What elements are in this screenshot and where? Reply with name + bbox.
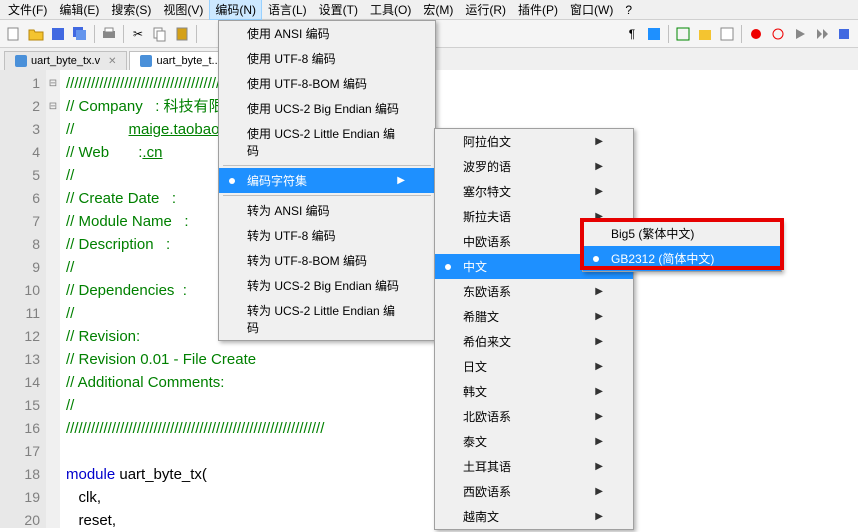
charset-submenu: 阿拉伯文▶波罗的语▶塞尔特文▶斯拉夫语▶中欧语系▶中文▶东欧语系▶希腊文▶希伯来… [434, 128, 634, 530]
play-icon[interactable] [790, 24, 810, 44]
menu-item-charset[interactable]: 编码字符集 ▶ [219, 168, 435, 193]
indent-guide-icon[interactable] [644, 24, 664, 44]
menu-language[interactable]: 语言(L) [262, 0, 313, 20]
charset-item[interactable]: 希伯来文▶ [435, 329, 633, 354]
menu-item-label: 编码字符集 [247, 172, 307, 189]
menu-item-use-utf8[interactable]: 使用 UTF-8 编码 [219, 46, 435, 71]
copy-icon[interactable] [150, 24, 170, 44]
menu-item-use-utf8-bom[interactable]: 使用 UTF-8-BOM 编码 [219, 71, 435, 96]
menu-edit[interactable]: 编辑(E) [53, 0, 105, 20]
charset-item[interactable]: 日文▶ [435, 354, 633, 379]
save-icon[interactable] [48, 24, 68, 44]
charset-item[interactable]: 西欧语系▶ [435, 479, 633, 504]
menu-item-use-ucs2-le[interactable]: 使用 UCS-2 Little Endian 编码 [219, 121, 435, 163]
menu-item-to-ucs2-le[interactable]: 转为 UCS-2 Little Endian 编码 [219, 298, 435, 340]
charset-item[interactable]: 塞尔特文▶ [435, 179, 633, 204]
menu-item-to-ucs2-be[interactable]: 转为 UCS-2 Big Endian 编码 [219, 273, 435, 298]
menu-run[interactable]: 运行(R) [459, 0, 512, 20]
menu-item-gb2312[interactable]: GB2312 (简体中文) [583, 246, 781, 271]
menubar: 文件(F) 编辑(E) 搜索(S) 视图(V) 编码(N) 语言(L) 设置(T… [0, 0, 858, 20]
charset-item[interactable]: 北欧语系▶ [435, 404, 633, 429]
close-icon[interactable]: ✕ [108, 56, 116, 67]
line-gutter: 1234567891011121314151617181920 [0, 70, 46, 528]
record-icon[interactable] [746, 24, 766, 44]
print-icon[interactable] [99, 24, 119, 44]
menu-separator [223, 165, 431, 166]
charset-item[interactable]: 韩文▶ [435, 379, 633, 404]
file-icon [15, 55, 27, 67]
charset-item[interactable]: 波罗的语▶ [435, 154, 633, 179]
folder-icon[interactable] [695, 24, 715, 44]
charset-item[interactable]: 土耳其语▶ [435, 454, 633, 479]
menu-plugins[interactable]: 插件(P) [512, 0, 564, 20]
tab-file-1[interactable]: uart_byte_tx.v ✕ [4, 51, 127, 70]
menu-item-label: GB2312 (简体中文) [611, 250, 714, 267]
stop-record-icon[interactable] [768, 24, 788, 44]
paste-icon[interactable] [172, 24, 192, 44]
chevron-right-icon: ▶ [397, 175, 405, 186]
charset-item[interactable]: 希腊文▶ [435, 304, 633, 329]
menu-item-to-utf8-bom[interactable]: 转为 UTF-8-BOM 编码 [219, 248, 435, 273]
menu-settings[interactable]: 设置(T) [313, 0, 364, 20]
charset-item[interactable]: 东欧语系▶ [435, 279, 633, 304]
cut-icon[interactable]: ✂ [128, 24, 148, 44]
menu-item-use-ansi[interactable]: 使用 ANSI 编码 [219, 21, 435, 46]
charset-item[interactable]: 越南文▶ [435, 504, 633, 529]
menu-search[interactable]: 搜索(S) [105, 0, 157, 20]
menu-separator [223, 195, 431, 196]
menu-item-label: Big5 (繁体中文) [611, 225, 694, 242]
menu-help[interactable]: ? [619, 1, 638, 19]
menu-window[interactable]: 窗口(W) [564, 0, 619, 20]
menu-encoding[interactable]: 编码(N) [209, 0, 262, 20]
new-file-icon[interactable] [4, 24, 24, 44]
fold-column: ⊟⊟ [46, 70, 60, 528]
menu-macro[interactable]: 宏(M) [417, 0, 459, 20]
menu-item-to-ansi[interactable]: 转为 ANSI 编码 [219, 198, 435, 223]
play-multi-icon[interactable] [812, 24, 832, 44]
menu-item-use-ucs2-be[interactable]: 使用 UCS-2 Big Endian 编码 [219, 96, 435, 121]
menu-view[interactable]: 视图(V) [157, 0, 209, 20]
chinese-submenu: Big5 (繁体中文) GB2312 (简体中文) [582, 220, 782, 272]
doc-map-icon[interactable] [717, 24, 737, 44]
tab-label: uart_byte_tx.v [31, 55, 100, 67]
menu-item-to-utf8[interactable]: 转为 UTF-8 编码 [219, 223, 435, 248]
bullet-icon [593, 256, 599, 262]
charset-item[interactable]: 泰文▶ [435, 429, 633, 454]
save-all-icon[interactable] [70, 24, 90, 44]
menu-item-big5[interactable]: Big5 (繁体中文) [583, 221, 781, 246]
save-macro-icon[interactable] [834, 24, 854, 44]
open-file-icon[interactable] [26, 24, 46, 44]
toggle-icon[interactable]: ¶ [622, 24, 642, 44]
charset-item[interactable]: 阿拉伯文▶ [435, 129, 633, 154]
encoding-menu: 使用 ANSI 编码 使用 UTF-8 编码 使用 UTF-8-BOM 编码 使… [218, 20, 436, 341]
menu-file[interactable]: 文件(F) [2, 0, 53, 20]
tab-label: uart_byte_t... [156, 55, 220, 67]
bullet-icon [229, 178, 235, 184]
menu-tools[interactable]: 工具(O) [364, 0, 417, 20]
file-icon [140, 55, 152, 67]
func-list-icon[interactable] [673, 24, 693, 44]
